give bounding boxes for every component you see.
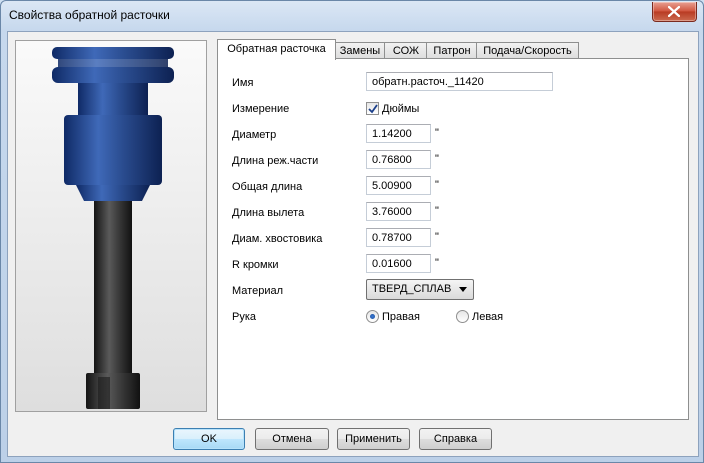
inches-label: Дюймы	[382, 103, 420, 115]
shank-diameter-field[interactable]: 0.78700	[366, 228, 431, 247]
apply-button[interactable]: Применить	[337, 428, 410, 450]
hand-right-label: Правая	[382, 311, 420, 323]
cut-length-unit: "	[435, 153, 439, 165]
shank-diameter-label: Диам. хвостовика	[232, 233, 323, 245]
material-label: Материал	[232, 285, 283, 297]
reach-length-label: Длина вылета	[232, 207, 305, 219]
hand-right-radio[interactable]	[366, 310, 379, 323]
corner-radius-label: R кромки	[232, 259, 279, 271]
properties-panel: Имя обратн.расточ._11420 Измерение Дюймы…	[217, 58, 689, 420]
name-label: Имя	[232, 77, 254, 89]
dialog-client-area: Обратная расточка Замены СОЖ Патрон Пода…	[7, 31, 699, 457]
tool-preview	[15, 40, 207, 412]
corner-radius-unit: "	[435, 257, 439, 269]
dialog-window: Свойства обратной расточки Обратная раст…	[0, 0, 704, 463]
overall-length-label: Общая длина	[232, 181, 303, 193]
window-title: Свойства обратной расточки	[9, 8, 170, 22]
reach-length-field[interactable]: 3.76000	[366, 202, 431, 221]
hand-label: Рука	[232, 311, 257, 323]
tab-back-boring[interactable]: Обратная расточка	[217, 39, 336, 60]
measure-label: Измерение	[232, 103, 290, 115]
ok-button[interactable]: OK	[173, 428, 245, 450]
cancel-button[interactable]: Отмена	[255, 428, 329, 450]
corner-radius-field[interactable]: 0.01600	[366, 254, 431, 273]
shank-diameter-unit: "	[435, 231, 439, 243]
title-bar[interactable]: Свойства обратной расточки	[1, 1, 703, 31]
diameter-field[interactable]: 1.14200	[366, 124, 431, 143]
close-icon	[668, 6, 680, 17]
material-value: ТВЕРД_СПЛАВ	[372, 283, 452, 295]
reach-length-unit: "	[435, 205, 439, 217]
boring-tool-image	[52, 47, 174, 409]
cut-length-field[interactable]: 0.76800	[366, 150, 431, 169]
chevron-down-icon	[459, 287, 467, 292]
overall-length-unit: "	[435, 179, 439, 191]
cut-length-label: Длина реж.части	[232, 155, 319, 167]
material-dropdown[interactable]: ТВЕРД_СПЛАВ	[366, 279, 474, 300]
name-field[interactable]: обратн.расточ._11420	[366, 72, 553, 91]
diameter-label: Диаметр	[232, 129, 277, 141]
checkmark-icon	[368, 104, 378, 114]
help-button[interactable]: Справка	[419, 428, 492, 450]
radio-selected-icon	[370, 314, 375, 319]
close-button[interactable]	[652, 2, 697, 22]
diameter-unit: "	[435, 127, 439, 139]
hand-left-radio[interactable]	[456, 310, 469, 323]
overall-length-field[interactable]: 5.00900	[366, 176, 431, 195]
inches-checkbox[interactable]	[366, 102, 379, 115]
hand-left-label: Левая	[472, 311, 504, 323]
